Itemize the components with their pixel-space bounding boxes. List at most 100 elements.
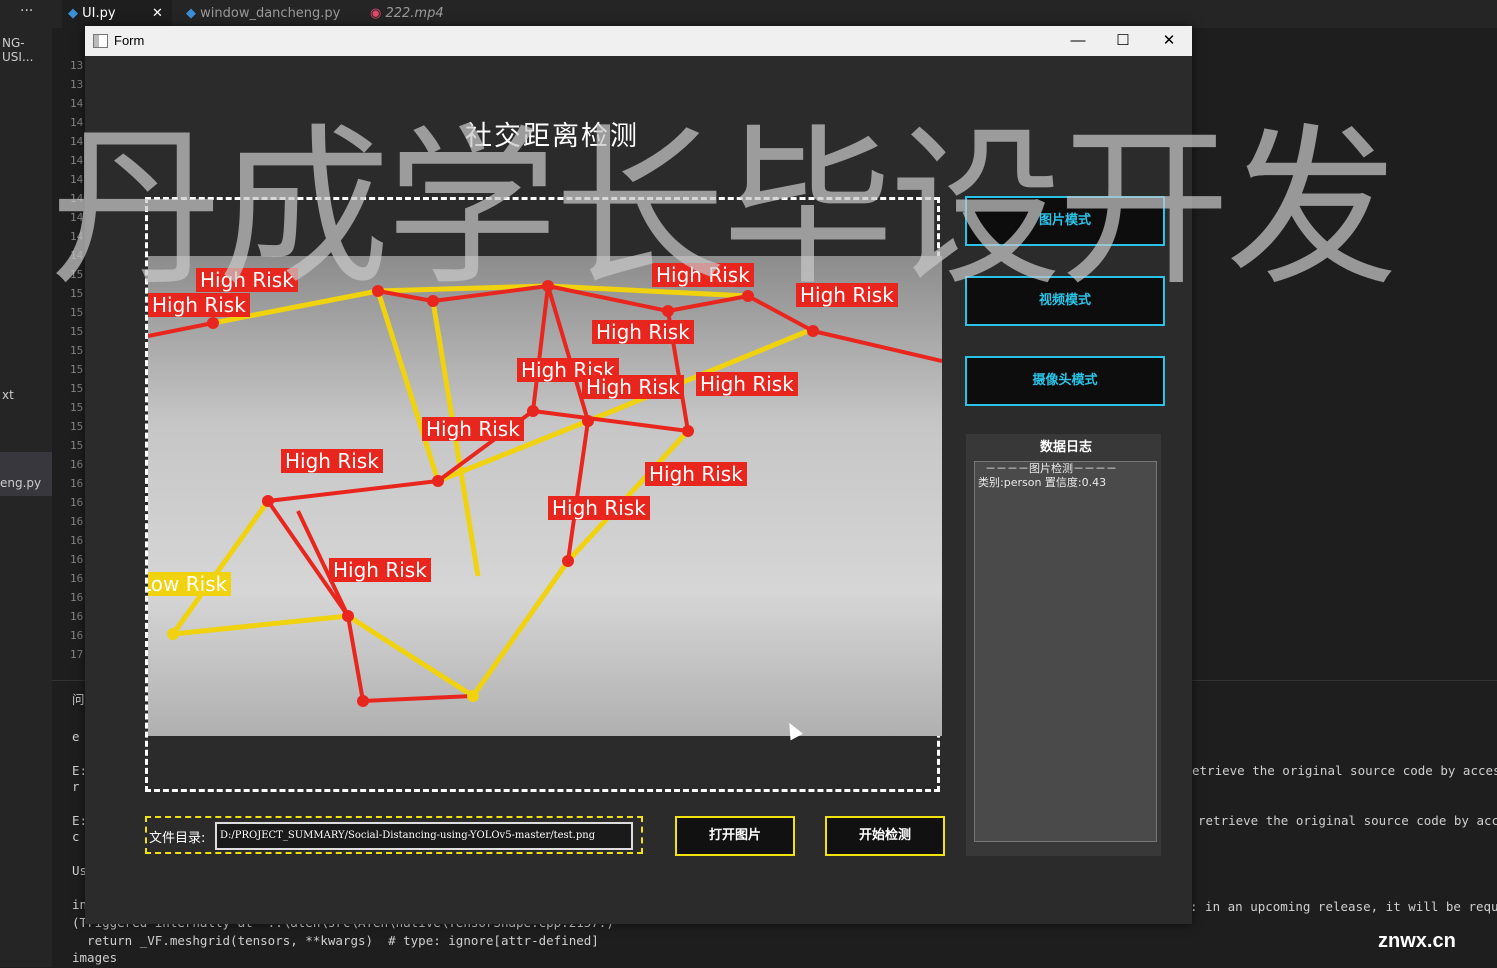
- terminal-line: c: [72, 829, 80, 844]
- person-marker: [357, 695, 369, 707]
- terminal-line: etrieve the original source code by acce…: [1192, 763, 1497, 778]
- log-line: 类别:person 置信度:0.43: [978, 476, 1107, 489]
- minimize-button[interactable]: —: [1055, 26, 1101, 56]
- line-number: 16: [70, 496, 84, 509]
- terminal-line: r: [72, 779, 80, 794]
- risk-label: High Risk: [329, 558, 431, 582]
- distance-line: [470, 559, 571, 698]
- line-number: 16: [70, 629, 84, 642]
- tab-window-dancheng[interactable]: ◆ window_dancheng.py: [180, 0, 350, 28]
- distance-line: [346, 613, 475, 699]
- line-number: 14: [70, 192, 84, 205]
- terminal-line: return _VF.meshgrid(tensors, **kwargs) #…: [72, 933, 599, 948]
- line-number: 15: [70, 363, 84, 376]
- person-marker: [432, 475, 444, 487]
- line-number: 16: [70, 610, 84, 623]
- risk-label: High Risk: [281, 449, 383, 473]
- explorer-item[interactable]: xt: [2, 388, 14, 402]
- close-window-button[interactable]: ✕: [1146, 26, 1192, 56]
- window-icon: [93, 34, 108, 48]
- log-textbox[interactable]: －－－－图片检测－－－－ 类别:person 置信度:0.43: [974, 461, 1157, 842]
- distance-line: [170, 499, 271, 636]
- open-image-button[interactable]: 打开图片: [675, 816, 795, 856]
- line-number: 14: [70, 249, 84, 262]
- line-number: 16: [70, 553, 84, 566]
- camera-mode-button[interactable]: 摄像头模式: [965, 356, 1165, 406]
- person-marker: [372, 285, 384, 297]
- line-number: 14: [70, 97, 84, 110]
- risk-label: High Risk: [196, 268, 298, 292]
- distance-line: [531, 285, 550, 412]
- explorer-item[interactable]: eng.py: [0, 452, 52, 496]
- maximize-button[interactable]: ☐: [1100, 26, 1146, 56]
- tab-label: 222.mp4: [385, 6, 444, 21]
- more-icon[interactable]: ···: [20, 3, 33, 19]
- terminal-line: 问: [72, 692, 85, 707]
- detection-image: High Risk High Risk High Risk High Risk High…: [148, 256, 942, 736]
- risk-label: High Risk: [422, 417, 524, 441]
- tab-label: window_dancheng.py: [200, 6, 341, 21]
- terminal-line: images: [72, 950, 118, 965]
- risk-label: High Risk: [645, 462, 747, 486]
- person-marker: [467, 690, 479, 702]
- person-marker: [207, 317, 219, 329]
- risk-label: High Risk: [796, 283, 898, 307]
- video-mode-button[interactable]: 视频模式: [965, 276, 1165, 326]
- tab-ui-py[interactable]: ◆ UI.py ✕: [62, 0, 172, 28]
- line-number: 16: [70, 458, 84, 471]
- media-file-icon: ◉: [370, 6, 382, 21]
- start-detect-button[interactable]: 开始检测: [825, 816, 945, 856]
- path-label: 文件目录:: [149, 831, 206, 846]
- image-mode-button[interactable]: 图片模式: [965, 196, 1165, 246]
- risk-label: High Risk: [652, 263, 754, 287]
- window-title: Form: [114, 33, 145, 48]
- distance-line: [172, 613, 349, 637]
- person-marker: [262, 495, 274, 507]
- python-file-icon: ◆: [186, 6, 196, 21]
- close-icon[interactable]: ✕: [152, 0, 163, 28]
- line-number: 14: [70, 211, 84, 224]
- tab-222-mp4[interactable]: ◉ 222.mp4: [360, 0, 470, 28]
- risk-label: Low Risk: [148, 572, 232, 596]
- site-watermark: znwx.cn: [1378, 930, 1456, 952]
- line-number: 15: [70, 268, 84, 281]
- file-path-input[interactable]: D:/PROJECT_SUMMARY/Social-Distancing-usi…: [215, 822, 633, 850]
- line-number: 15: [70, 287, 84, 300]
- line-number-gutter: 13 13 14 14 14 14 14 14 14 14 14 15 15 15 15 15 15 15 15 15…: [52, 56, 86, 686]
- explorer-item[interactable]: NG-USI...: [2, 36, 52, 64]
- line-number: 16: [70, 591, 84, 604]
- distance-line: [546, 285, 590, 422]
- line-number: 15: [70, 306, 84, 319]
- distance-line: [267, 479, 439, 503]
- risk-label: High Risk: [148, 293, 250, 317]
- risk-label: High Risk: [592, 320, 694, 344]
- form-window: Form — ☐ ✕ 社交距离检测 High Risk High Risk Hi…: [85, 26, 1192, 924]
- risk-label: High Risk: [582, 375, 684, 399]
- person-marker: [742, 290, 754, 302]
- editor-tab-bar: ··· ◆ UI.py ✕ ◆ window_dancheng.py ◉ 222…: [0, 0, 1497, 28]
- line-number: 16: [70, 477, 84, 490]
- terminal-line: e: [72, 729, 80, 744]
- line-number: 15: [70, 344, 84, 357]
- risk-label: High Risk: [548, 496, 650, 520]
- distance-line: [667, 294, 749, 313]
- line-number: 15: [70, 382, 84, 395]
- person-marker: [562, 555, 574, 567]
- detection-overlay: [148, 280, 942, 707]
- person-marker: [542, 280, 554, 292]
- distance-line: [812, 329, 942, 363]
- line-number: 14: [70, 230, 84, 243]
- window-titlebar: Form — ☐ ✕: [85, 26, 1192, 56]
- person-marker: [807, 325, 819, 337]
- person-marker: [167, 628, 179, 640]
- person-marker: [342, 610, 354, 622]
- line-number: 16: [70, 534, 84, 547]
- line-number: 13: [70, 78, 84, 91]
- page-title: 社交距离检测: [465, 121, 639, 152]
- terminal-line: : in an upcoming release, it will be req…: [1190, 899, 1497, 914]
- distance-line: [375, 290, 441, 482]
- person-marker: [682, 425, 694, 437]
- distance-line: [346, 615, 365, 702]
- person-marker: [527, 405, 539, 417]
- terminal-line: retrieve the original source code by acc…: [1198, 813, 1497, 828]
